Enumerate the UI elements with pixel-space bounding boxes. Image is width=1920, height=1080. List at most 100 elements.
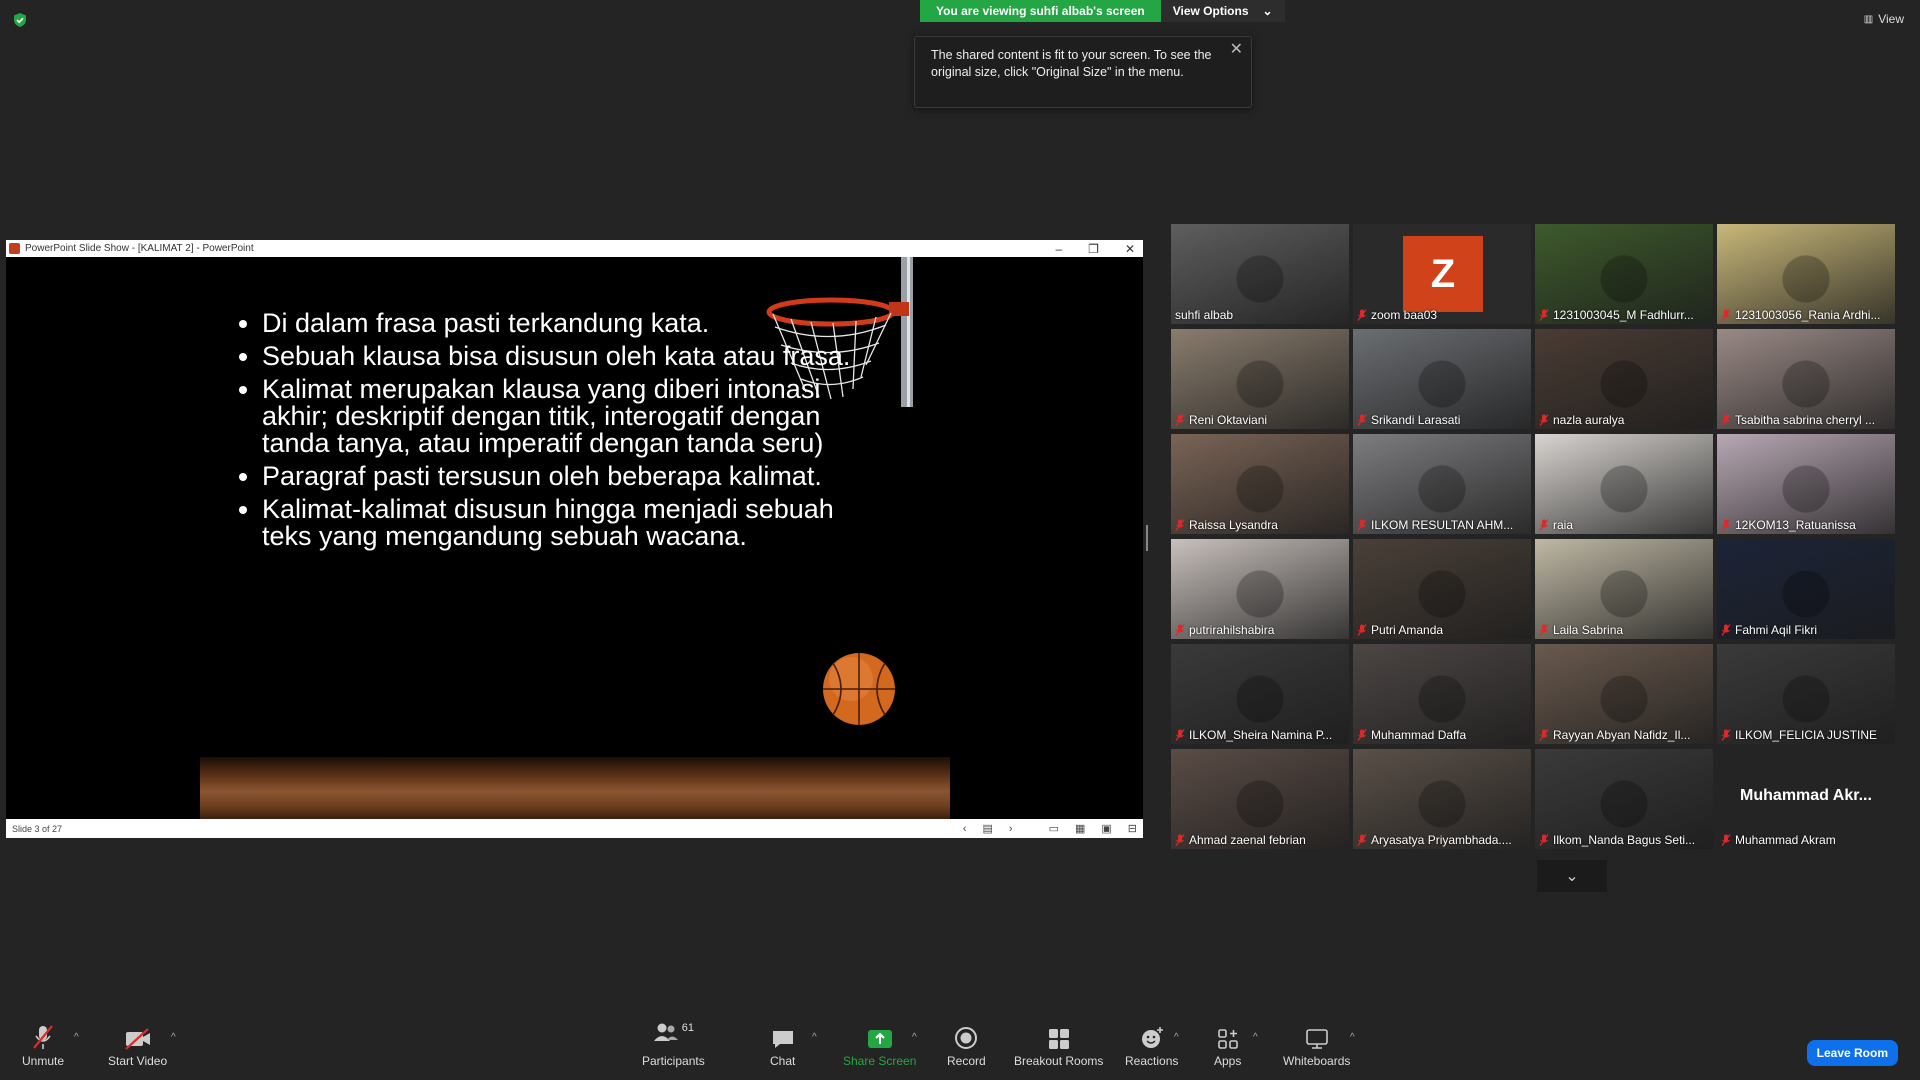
participant-name-text: 1231003056_Rania Ardhi... <box>1735 308 1881 322</box>
participant-tile[interactable]: Raissa Lysandra <box>1171 434 1349 534</box>
view-options-button[interactable]: View Options ⌄ <box>1160 0 1285 22</box>
muted-mic-icon <box>1357 624 1367 636</box>
participant-tile[interactable]: suhfi albab <box>1171 224 1349 324</box>
chat-label: Chat <box>770 1054 796 1068</box>
whiteboard-icon <box>1305 1022 1329 1050</box>
unmute-button[interactable]: Unmute <box>22 1022 64 1068</box>
share-screen-button[interactable]: Share Screen <box>843 1022 916 1068</box>
participant-tile[interactable]: raia <box>1535 434 1713 534</box>
participant-name-text: Reni Oktaviani <box>1189 413 1268 427</box>
bullet-item: Paragraf pasti tersusun oleh beberapa ka… <box>262 463 852 490</box>
muted-mic-icon <box>1357 414 1367 426</box>
video-options-caret[interactable]: ^ <box>171 1032 176 1043</box>
participant-name-text: Raissa Lysandra <box>1189 518 1278 532</box>
apps-button[interactable]: Apps <box>1214 1022 1241 1068</box>
powerpoint-icon <box>9 243 20 254</box>
participant-tile[interactable]: Ilkom_Nanda Bagus Seti... <box>1535 749 1713 849</box>
security-shield-icon[interactable] <box>12 12 28 28</box>
view-button[interactable]: ▥ View <box>1864 12 1904 26</box>
muted-mic-icon <box>1357 309 1367 321</box>
muted-mic-icon <box>1539 414 1549 426</box>
slide-canvas: Di dalam frasa pasti terkandung kata. Se… <box>6 257 1143 819</box>
fit-to-screen-tooltip: The shared content is fit to your screen… <box>914 36 1252 108</box>
bullet-item: Kalimat merupakan klausa yang diberi int… <box>262 376 852 457</box>
participant-tile[interactable]: Aryasatya Priyambhada.... <box>1353 749 1531 849</box>
gallery-next-page-button[interactable]: ⌄ <box>1537 860 1607 892</box>
whiteboards-options-caret[interactable]: ^ <box>1350 1032 1355 1043</box>
slide-bullet-list: Di dalam frasa pasti terkandung kata. Se… <box>228 310 852 556</box>
participant-name-placeholder: Muhammad Akr... <box>1740 787 1872 804</box>
share-options-caret[interactable]: ^ <box>912 1032 917 1043</box>
close-icon[interactable]: ✕ <box>1230 41 1243 58</box>
reactions-options-caret[interactable]: ^ <box>1174 1032 1179 1043</box>
participant-name-text: Muhammad Akram <box>1735 833 1836 847</box>
next-slide-icon[interactable]: › <box>1009 823 1013 835</box>
participants-button[interactable]: 61 Participants <box>642 1022 705 1068</box>
participant-name-text: nazla auralya <box>1553 413 1625 427</box>
muted-mic-icon <box>1539 729 1549 741</box>
participant-tile[interactable]: 12KOM13_Ratuanissa <box>1717 434 1895 534</box>
whiteboards-button[interactable]: Whiteboards <box>1283 1022 1350 1068</box>
restore-icon[interactable]: ❐ <box>1088 242 1099 256</box>
slide-menu-icon[interactable]: ▤ <box>982 822 992 835</box>
participant-name: Laila Sabrina <box>1539 623 1709 637</box>
breakout-rooms-button[interactable]: Breakout Rooms <box>1014 1022 1103 1068</box>
participant-tile[interactable]: Putri Amanda <box>1353 539 1531 639</box>
participant-name: Srikandi Larasati <box>1357 413 1527 427</box>
previous-slide-icon[interactable]: ‹ <box>963 823 967 835</box>
participant-tile[interactable]: Ahmad zaenal febrian <box>1171 749 1349 849</box>
shared-screen[interactable]: PowerPoint Slide Show - [KALIMAT 2] - Po… <box>6 240 1143 838</box>
participant-tile[interactable]: Laila Sabrina <box>1535 539 1713 639</box>
bullet-item: Sebuah klausa bisa disusun oleh kata ata… <box>262 343 852 370</box>
muted-mic-icon <box>1721 519 1731 531</box>
muted-mic-icon <box>1721 414 1731 426</box>
video-off-icon <box>124 1022 152 1050</box>
participant-tile[interactable]: Tsabitha sabrina cherryl ... <box>1717 329 1895 429</box>
participant-tile[interactable]: Muhammad Daffa <box>1353 644 1531 744</box>
splitter-handle[interactable] <box>1146 525 1148 551</box>
apps-options-caret[interactable]: ^ <box>1253 1032 1258 1043</box>
participant-name: Raissa Lysandra <box>1175 518 1345 532</box>
participant-tile[interactable]: ILKOM_Sheira Namina P... <box>1171 644 1349 744</box>
audio-options-caret[interactable]: ^ <box>74 1032 79 1043</box>
reactions-button[interactable]: Reactions <box>1125 1022 1178 1068</box>
chat-options-caret[interactable]: ^ <box>812 1032 817 1043</box>
reading-view-icon[interactable]: ▣ <box>1101 822 1111 835</box>
participant-tile[interactable]: putrirahilshabira <box>1171 539 1349 639</box>
participant-tile[interactable]: Zzoom baa03 <box>1353 224 1531 324</box>
normal-view-icon[interactable]: ▭ <box>1049 822 1059 835</box>
record-label: Record <box>947 1054 986 1068</box>
participant-tile[interactable]: Muhammad Akr... Muhammad Akram <box>1717 749 1895 849</box>
slideshow-icon[interactable]: ⊟ <box>1128 822 1137 835</box>
share-screen-icon <box>867 1022 893 1050</box>
participant-name: Ilkom_Nanda Bagus Seti... <box>1539 833 1709 847</box>
participants-icon <box>653 1023 678 1041</box>
minimize-icon[interactable]: – <box>1055 242 1062 256</box>
participant-name: zoom baa03 <box>1357 308 1527 322</box>
participant-tile[interactable]: ILKOM_FELICIA JUSTINE <box>1717 644 1895 744</box>
leave-room-button[interactable]: Leave Room <box>1806 1040 1898 1066</box>
participant-tile[interactable]: Rayyan Abyan Nafidz_Il... <box>1535 644 1713 744</box>
participant-tile[interactable]: ILKOM RESULTAN AHM... <box>1353 434 1531 534</box>
reactions-icon <box>1140 1022 1164 1050</box>
muted-mic-icon <box>1175 624 1185 636</box>
close-icon[interactable]: ✕ <box>1125 242 1135 256</box>
participant-tile[interactable]: Reni Oktaviani <box>1171 329 1349 429</box>
chat-button[interactable]: Chat <box>770 1022 795 1068</box>
start-video-button[interactable]: Start Video <box>108 1022 167 1068</box>
participant-name: 1231003045_M Fadhlurr... <box>1539 308 1709 322</box>
record-button[interactable]: Record <box>947 1022 986 1068</box>
chevron-down-icon: ⌄ <box>1565 868 1579 885</box>
participant-tile[interactable]: nazla auralya <box>1535 329 1713 429</box>
slide-sorter-icon[interactable]: ▦ <box>1075 822 1085 835</box>
participant-name-text: Aryasatya Priyambhada.... <box>1371 833 1512 847</box>
participant-tile[interactable]: Srikandi Larasati <box>1353 329 1531 429</box>
participant-name-text: suhfi albab <box>1175 308 1234 322</box>
participant-name-text: Fahmi Aqil Fikri <box>1735 623 1818 637</box>
participant-tile[interactable]: 1231003056_Rania Ardhi... <box>1717 224 1895 324</box>
participant-tile[interactable]: 1231003045_M Fadhlurr... <box>1535 224 1713 324</box>
participant-name: Aryasatya Priyambhada.... <box>1357 833 1527 847</box>
wooden-floor <box>200 757 950 819</box>
breakout-rooms-label: Breakout Rooms <box>1014 1054 1104 1068</box>
participant-tile[interactable]: Fahmi Aqil Fikri <box>1717 539 1895 639</box>
